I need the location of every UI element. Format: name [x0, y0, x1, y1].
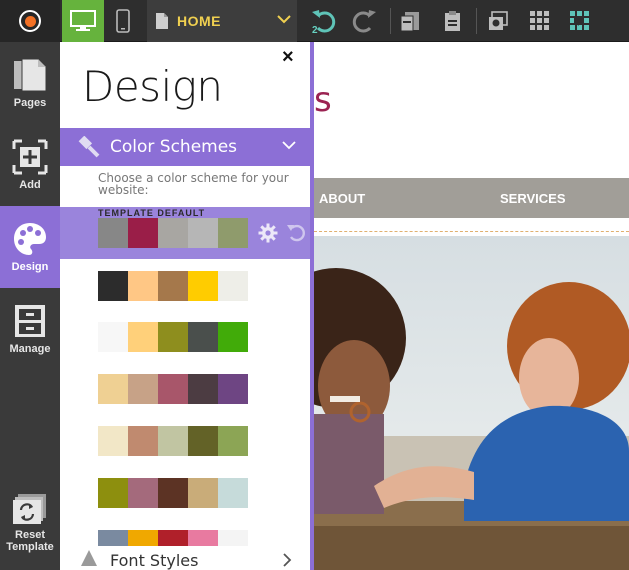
- nav-reset-label-line1: Reset: [15, 529, 45, 541]
- nav-add-label: Add: [19, 179, 41, 191]
- cabinet-icon: [15, 305, 45, 337]
- color-swatch: [218, 218, 248, 248]
- color-swatch: [158, 478, 188, 508]
- palette-icon: [14, 223, 46, 255]
- color-swatch: [128, 374, 158, 404]
- color-scheme-instruction: Choose a color scheme for your website:: [98, 171, 289, 197]
- chevron-down-icon: [282, 141, 296, 150]
- copy-page-icon[interactable]: [399, 10, 421, 32]
- nav-design-label: Design: [11, 261, 49, 273]
- nav-reset-label-line2: Template: [6, 541, 54, 553]
- nav-reset-template[interactable]: Reset Template: [0, 488, 60, 558]
- top-toolbar: HOME 2: [0, 0, 629, 42]
- font-styles-icon: [81, 550, 97, 566]
- add-icon: [12, 139, 48, 175]
- color-schemes-header[interactable]: Color Schemes: [60, 128, 310, 166]
- left-nav: Pages Add Design Manage Reset Template: [0, 42, 60, 570]
- color-swatch: [158, 322, 188, 352]
- panel-title: Design: [82, 62, 223, 111]
- color-swatch: [128, 271, 158, 301]
- redo-button[interactable]: [347, 0, 381, 42]
- color-swatch: [218, 478, 248, 508]
- desktop-view-button[interactable]: [62, 0, 104, 42]
- color-swatch: [128, 426, 158, 456]
- site-nav-services[interactable]: SERVICES: [500, 191, 566, 206]
- site-title-fragment[interactable]: s: [314, 80, 332, 120]
- site-nav-about[interactable]: ABOUT: [319, 191, 365, 206]
- color-swatch: [188, 271, 218, 301]
- hero-photo[interactable]: [314, 236, 629, 570]
- mobile-icon: [116, 9, 130, 33]
- editable-region-divider: [314, 231, 629, 232]
- toolbar-divider: [390, 8, 391, 34]
- page-selector[interactable]: HOME: [147, 0, 297, 42]
- color-swatch: [158, 426, 188, 456]
- color-swatch: [98, 218, 128, 248]
- color-swatch: [218, 322, 248, 352]
- color-swatch: [98, 478, 128, 508]
- color-swatch: [98, 426, 128, 456]
- app-logo-button[interactable]: [0, 0, 60, 42]
- gear-icon[interactable]: [258, 223, 278, 243]
- nav-manage[interactable]: Manage: [0, 288, 60, 370]
- color-scheme-option[interactable]: [98, 271, 248, 301]
- paste-page-icon[interactable]: [441, 10, 463, 32]
- toolbar-divider: [476, 8, 477, 34]
- design-panel: Design × Color Schemes Choose a color sc…: [60, 42, 314, 570]
- font-styles-header[interactable]: Font Styles: [60, 546, 310, 570]
- mobile-view-button[interactable]: [104, 0, 142, 42]
- color-swatch: [188, 374, 218, 404]
- color-scheme-option[interactable]: [98, 322, 248, 352]
- paint-brush-icon: [78, 136, 100, 158]
- nav-add[interactable]: Add: [0, 124, 60, 206]
- color-swatch: [98, 374, 128, 404]
- font-styles-title: Font Styles: [110, 551, 199, 570]
- color-scheme-option[interactable]: [98, 478, 248, 508]
- site-navigation: ABOUT SERVICES: [314, 178, 629, 218]
- color-swatch: [218, 271, 248, 301]
- color-swatch: [188, 322, 218, 352]
- exit-editor-icon[interactable]: [569, 10, 591, 32]
- color-swatch: [98, 322, 128, 352]
- logo-icon: [19, 10, 41, 32]
- nav-pages-label: Pages: [13, 97, 47, 109]
- nav-design[interactable]: Design: [0, 206, 60, 288]
- template-default-label: TEMPLATE DEFAULT: [98, 208, 206, 218]
- chevron-right-icon: [283, 553, 292, 567]
- color-swatch: [158, 374, 188, 404]
- page-doc-icon: [156, 13, 168, 29]
- color-swatch: [188, 218, 218, 248]
- color-swatch: [128, 478, 158, 508]
- color-scheme-template-default[interactable]: TEMPLATE DEFAULT: [60, 207, 310, 259]
- color-swatch: [98, 271, 128, 301]
- pages-icon: [14, 58, 47, 92]
- color-schemes-title: Color Schemes: [110, 137, 238, 157]
- redo-icon: [352, 10, 376, 33]
- color-scheme-option[interactable]: [98, 426, 248, 456]
- nav-pages[interactable]: Pages: [0, 42, 60, 124]
- swatch-row: [98, 218, 248, 248]
- reset-scheme-icon[interactable]: [286, 222, 306, 242]
- current-page-name: HOME: [177, 13, 221, 29]
- color-swatch: [158, 271, 188, 301]
- color-swatch: [188, 478, 218, 508]
- color-swatch: [128, 322, 158, 352]
- undo-count-badge: 2: [312, 25, 318, 36]
- preview-icon[interactable]: [487, 10, 509, 32]
- color-swatch: [158, 218, 188, 248]
- site-preview: s ABOUT SERVICES: [314, 42, 629, 570]
- color-scheme-option[interactable]: [98, 374, 248, 404]
- grid-icon[interactable]: [529, 10, 551, 32]
- chevron-down-icon: [277, 15, 291, 24]
- color-swatch: [218, 426, 248, 456]
- nav-manage-label: Manage: [9, 343, 51, 355]
- color-swatch: [188, 426, 218, 456]
- color-swatch: [218, 374, 248, 404]
- color-swatch: [128, 218, 158, 248]
- close-panel-button[interactable]: ×: [282, 47, 294, 67]
- reset-template-icon: [13, 494, 46, 524]
- desktop-icon: [70, 10, 96, 31]
